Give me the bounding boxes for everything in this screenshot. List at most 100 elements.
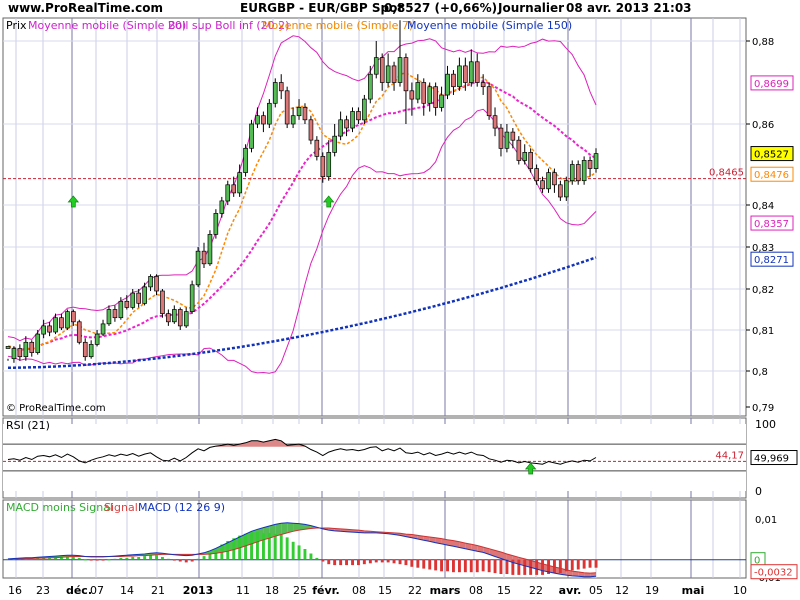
x-axis-label: 11 (236, 584, 250, 597)
candle-body (511, 132, 515, 140)
x-axis-label: avr. (559, 584, 582, 597)
macd-histogram-bar (434, 560, 437, 571)
x-axis-label: 12 (615, 584, 629, 597)
x-axis-label: 14 (120, 584, 134, 597)
candle-body (226, 185, 230, 201)
candle-body (291, 116, 295, 124)
rsi-axis-label: 0 (755, 485, 762, 498)
macd-histogram-bar (197, 559, 200, 560)
x-axis-label: 23 (36, 584, 50, 597)
macd-histogram-bar (464, 560, 467, 573)
candle-body (297, 107, 301, 115)
candle-body (463, 66, 467, 83)
x-axis-label: 16 (8, 584, 22, 597)
price-label: 0,8527 (754, 150, 789, 161)
x-axis-label: 21 (151, 584, 165, 597)
candle-body (208, 234, 212, 263)
macd-histogram-bar (541, 560, 544, 575)
macd-histogram-bar (256, 532, 259, 560)
candle-body (553, 173, 557, 185)
rsi-area (3, 424, 746, 491)
candle-body (238, 173, 242, 193)
candle-body (380, 58, 384, 83)
macd-histogram-bar (405, 560, 408, 565)
candle-body (250, 124, 254, 148)
candle-body (374, 58, 378, 75)
candle-body (529, 152, 533, 168)
macd-histogram-bar (90, 560, 93, 561)
macd-histogram-bar (387, 560, 390, 563)
candle-body (517, 140, 521, 160)
macd-histogram-bar (440, 560, 443, 572)
macd-histogram-bar (274, 534, 277, 560)
candle-body (36, 334, 40, 353)
legend-macd: MACD (12 26 9) (138, 501, 225, 514)
macd-histogram-bar (286, 537, 289, 559)
candle-body (143, 287, 147, 304)
x-axis-label: 05 (589, 584, 603, 597)
candle-body (131, 293, 135, 307)
macd-histogram-bar (506, 560, 509, 574)
candle-body (321, 156, 325, 176)
price-axis-label: 0,8 (752, 367, 768, 378)
candle-body (345, 120, 349, 128)
x-axis-label: 15 (497, 584, 511, 597)
candle-body (351, 112, 355, 129)
candle-body (214, 213, 218, 234)
price-axis-label: 0,81 (752, 326, 774, 337)
candle-body (588, 160, 592, 168)
macd-histogram-bar (523, 560, 526, 575)
macd-histogram-bar (108, 560, 111, 561)
candle-body (493, 116, 497, 128)
rsi-last-label: 49,969 (754, 454, 789, 465)
candle-body (357, 112, 361, 120)
x-axis-label: 07 (90, 584, 104, 597)
candle-body (416, 83, 420, 100)
macd-histogram-bar (125, 558, 128, 560)
candle-body (541, 181, 545, 189)
price-axis-label: 0,79 (752, 403, 774, 414)
candle-body (327, 152, 331, 176)
macd-histogram-bar (185, 560, 188, 563)
macd-histogram-bar (119, 558, 122, 560)
candle-body (220, 201, 224, 214)
candle-body (558, 185, 562, 197)
macd-histogram-bar (214, 549, 217, 560)
macd-histogram-bar (173, 560, 176, 561)
macd-histogram-bar (60, 556, 63, 560)
macd-histogram-bar (321, 560, 324, 562)
legend-ma20: Moyenne mobile (Simple 20) (28, 19, 186, 32)
candle-body (582, 160, 586, 180)
macd-histogram-bar (393, 560, 396, 564)
macd-histogram-bar (577, 560, 580, 570)
candle-body (155, 276, 159, 291)
macd-histogram-bar (571, 560, 574, 571)
macd-histogram-bar (167, 559, 170, 560)
macd-histogram-bar (595, 560, 598, 568)
macd-histogram-bar (363, 560, 366, 565)
macd-histogram-bar (494, 560, 497, 573)
candle-body (404, 58, 408, 91)
macd-histogram-bar (149, 555, 152, 560)
candle-body (6, 346, 10, 348)
macd-histogram-bar (155, 555, 158, 560)
macd-histogram-bar (381, 560, 384, 563)
candle-body (594, 154, 598, 169)
macd-histogram-bar (517, 560, 520, 575)
candle-body (161, 291, 165, 314)
candle-body (547, 173, 551, 189)
candle-body (481, 83, 485, 87)
candle-body (202, 251, 206, 264)
candle-body (101, 324, 105, 334)
macd-histogram-bar (292, 542, 295, 560)
macd-histogram-bar (369, 560, 372, 564)
macd-histogram-bar (476, 560, 479, 573)
macd-histogram-bar (488, 560, 491, 573)
x-axis-label: 19 (645, 584, 659, 597)
candle-body (469, 62, 473, 83)
candle-body (570, 165, 574, 181)
x-axis-label: 18 (265, 584, 279, 597)
candle-body (95, 334, 99, 344)
x-axis-label: déc. (66, 584, 92, 597)
candle-body (398, 58, 402, 83)
